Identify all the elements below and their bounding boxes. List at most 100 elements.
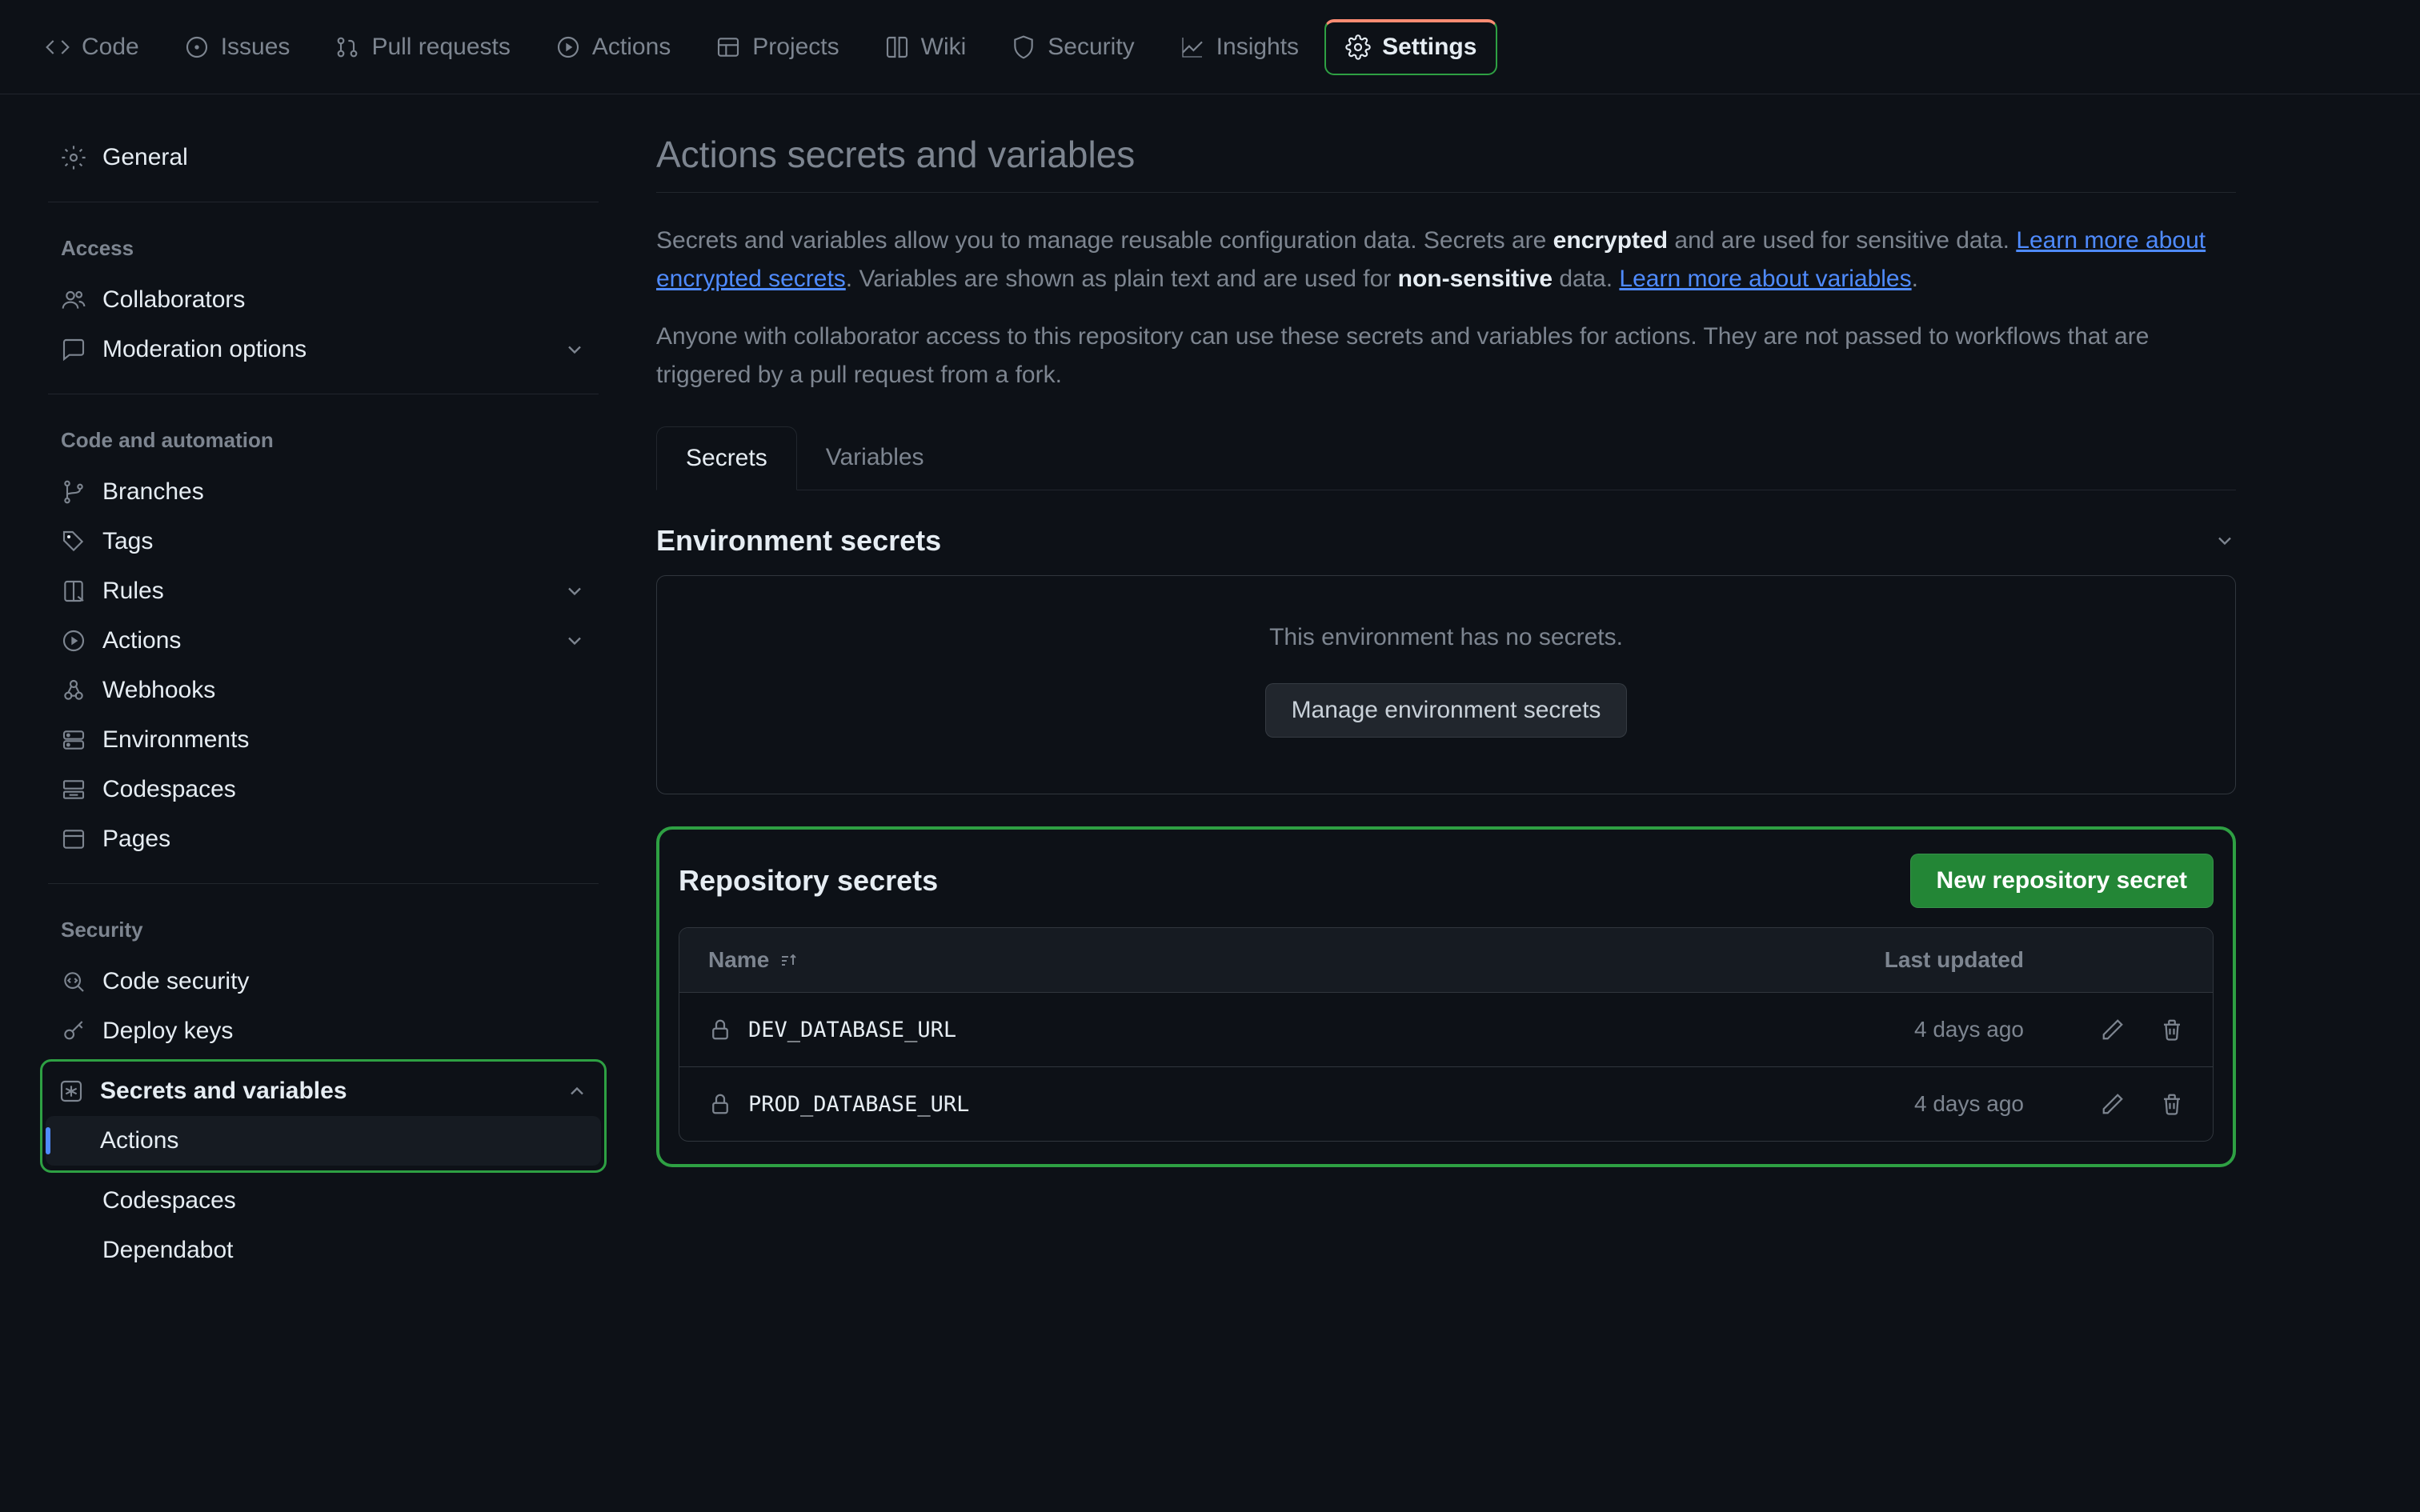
secret-name-value: PROD_DATABASE_URL (748, 1092, 969, 1117)
sidebar-heading-code: Code and automation (48, 414, 599, 467)
comment-icon (61, 337, 86, 362)
manage-env-secrets-button[interactable]: Manage environment secrets (1265, 683, 1628, 738)
table-row: PROD_DATABASE_URL 4 days ago (679, 1067, 2213, 1141)
sidebar-codespaces[interactable]: Codespaces (48, 765, 599, 814)
nav-wiki-label: Wiki (921, 34, 967, 61)
sidebar-code-security[interactable]: Code security (48, 957, 599, 1006)
nav-code[interactable]: Code (26, 21, 158, 74)
secrets-table: Name Last updated DEV_DATABASE_URL 4 day… (679, 927, 2214, 1142)
nav-pull-requests[interactable]: Pull requests (315, 21, 529, 74)
key-asterisk-icon (58, 1078, 84, 1104)
tag-icon (61, 529, 86, 554)
gear-icon (1345, 34, 1371, 60)
codescan-icon (61, 969, 86, 994)
secrets-variables-tabs: Secrets Variables (656, 426, 2236, 490)
sidebar-code-security-label: Code security (102, 968, 249, 995)
nav-settings[interactable]: Settings (1324, 19, 1497, 75)
nav-settings-label: Settings (1382, 34, 1476, 61)
sidebar-actions[interactable]: Actions (48, 616, 599, 666)
pull-request-icon (335, 34, 360, 60)
lock-icon (708, 1092, 732, 1116)
new-repo-secret-button[interactable]: New repository secret (1910, 854, 2214, 908)
nav-issues[interactable]: Issues (165, 21, 310, 74)
sidebar-sub-actions-label: Actions (100, 1127, 178, 1154)
tab-variables[interactable]: Variables (797, 426, 953, 490)
sidebar-pages-label: Pages (102, 826, 170, 853)
graph-icon (1180, 34, 1205, 60)
server-icon (61, 727, 86, 753)
sidebar-sub-codespaces[interactable]: Codespaces (48, 1176, 599, 1226)
nav-pr-label: Pull requests (371, 34, 510, 61)
pencil-icon[interactable] (2101, 1018, 2125, 1042)
trash-icon[interactable] (2160, 1018, 2184, 1042)
lock-icon (708, 1018, 732, 1042)
tab-secrets[interactable]: Secrets (656, 426, 797, 490)
nav-code-label: Code (82, 34, 139, 61)
secrets-table-header: Name Last updated (679, 928, 2213, 993)
sidebar-general[interactable]: General (48, 133, 599, 182)
secret-name-value: DEV_DATABASE_URL (748, 1018, 956, 1042)
sidebar-codespaces-label: Codespaces (102, 776, 236, 803)
sidebar-sub-dependabot[interactable]: Dependabot (48, 1226, 599, 1275)
gear-icon (61, 145, 86, 170)
sidebar-sub-dependabot-label: Dependabot (102, 1237, 233, 1263)
play-icon (61, 628, 86, 654)
browser-icon (61, 826, 86, 852)
rules-icon (61, 578, 86, 604)
sidebar-environments[interactable]: Environments (48, 715, 599, 765)
codespaces-icon (61, 777, 86, 802)
settings-sidebar: General Access Collaborators Moderation … (0, 94, 624, 1314)
sidebar-webhooks[interactable]: Webhooks (48, 666, 599, 715)
sidebar-heading-access: Access (48, 222, 599, 275)
sidebar-sub-actions[interactable]: Actions (46, 1116, 601, 1166)
env-empty-message: This environment has no secrets. (689, 624, 2203, 651)
sidebar-tags-label: Tags (102, 528, 153, 555)
sidebar-webhooks-label: Webhooks (102, 677, 215, 704)
sidebar-deploy-keys[interactable]: Deploy keys (48, 1006, 599, 1056)
sidebar-collaborators-label: Collaborators (102, 286, 245, 314)
secret-updated-value: 4 days ago (1752, 1017, 2024, 1042)
main-content: Actions secrets and variables Secrets an… (624, 94, 2420, 1314)
sidebar-branches-label: Branches (102, 478, 204, 506)
nav-issues-label: Issues (221, 34, 290, 61)
sidebar-tags[interactable]: Tags (48, 517, 599, 566)
chevron-down-icon (563, 338, 586, 361)
env-secrets-heading: Environment secrets (656, 524, 2236, 558)
book-icon (884, 34, 910, 60)
sidebar-heading-security: Security (48, 903, 599, 957)
sidebar-branches[interactable]: Branches (48, 467, 599, 517)
page-title: Actions secrets and variables (656, 133, 2236, 193)
nav-security[interactable]: Security (992, 21, 1153, 74)
chevron-down-icon (563, 580, 586, 602)
sidebar-secrets-highlight: Secrets and variables Actions (40, 1059, 607, 1173)
sidebar-actions-label: Actions (102, 627, 181, 654)
sidebar-rules-label: Rules (102, 578, 164, 605)
repo-secrets-heading: Repository secrets (679, 864, 938, 898)
col-updated[interactable]: Last updated (1752, 947, 2024, 973)
nav-insights[interactable]: Insights (1160, 21, 1318, 74)
link-variables[interactable]: Learn more about variables (1619, 266, 1911, 292)
sidebar-pages[interactable]: Pages (48, 814, 599, 864)
col-name[interactable]: Name (708, 947, 1752, 973)
repo-nav: Code Issues Pull requests Actions Projec… (0, 0, 2420, 94)
pencil-icon[interactable] (2101, 1092, 2125, 1116)
nav-projects-label: Projects (752, 34, 839, 61)
webhook-icon (61, 678, 86, 703)
sidebar-moderation[interactable]: Moderation options (48, 325, 599, 374)
nav-wiki[interactable]: Wiki (865, 21, 986, 74)
play-icon (555, 34, 581, 60)
table-row: DEV_DATABASE_URL 4 days ago (679, 993, 2213, 1067)
sidebar-secrets-variables[interactable]: Secrets and variables (46, 1066, 601, 1116)
sidebar-moderation-label: Moderation options (102, 336, 307, 363)
nav-actions[interactable]: Actions (536, 21, 690, 74)
sidebar-sub-codespaces-label: Codespaces (102, 1187, 236, 1214)
sidebar-rules[interactable]: Rules (48, 566, 599, 616)
chevron-down-icon[interactable] (2214, 530, 2236, 552)
trash-icon[interactable] (2160, 1092, 2184, 1116)
code-icon (45, 34, 70, 60)
key-icon (61, 1018, 86, 1044)
sidebar-collaborators[interactable]: Collaborators (48, 275, 599, 325)
nav-projects[interactable]: Projects (696, 21, 858, 74)
chevron-up-icon (566, 1080, 588, 1102)
env-secrets-box: This environment has no secrets. Manage … (656, 575, 2236, 794)
